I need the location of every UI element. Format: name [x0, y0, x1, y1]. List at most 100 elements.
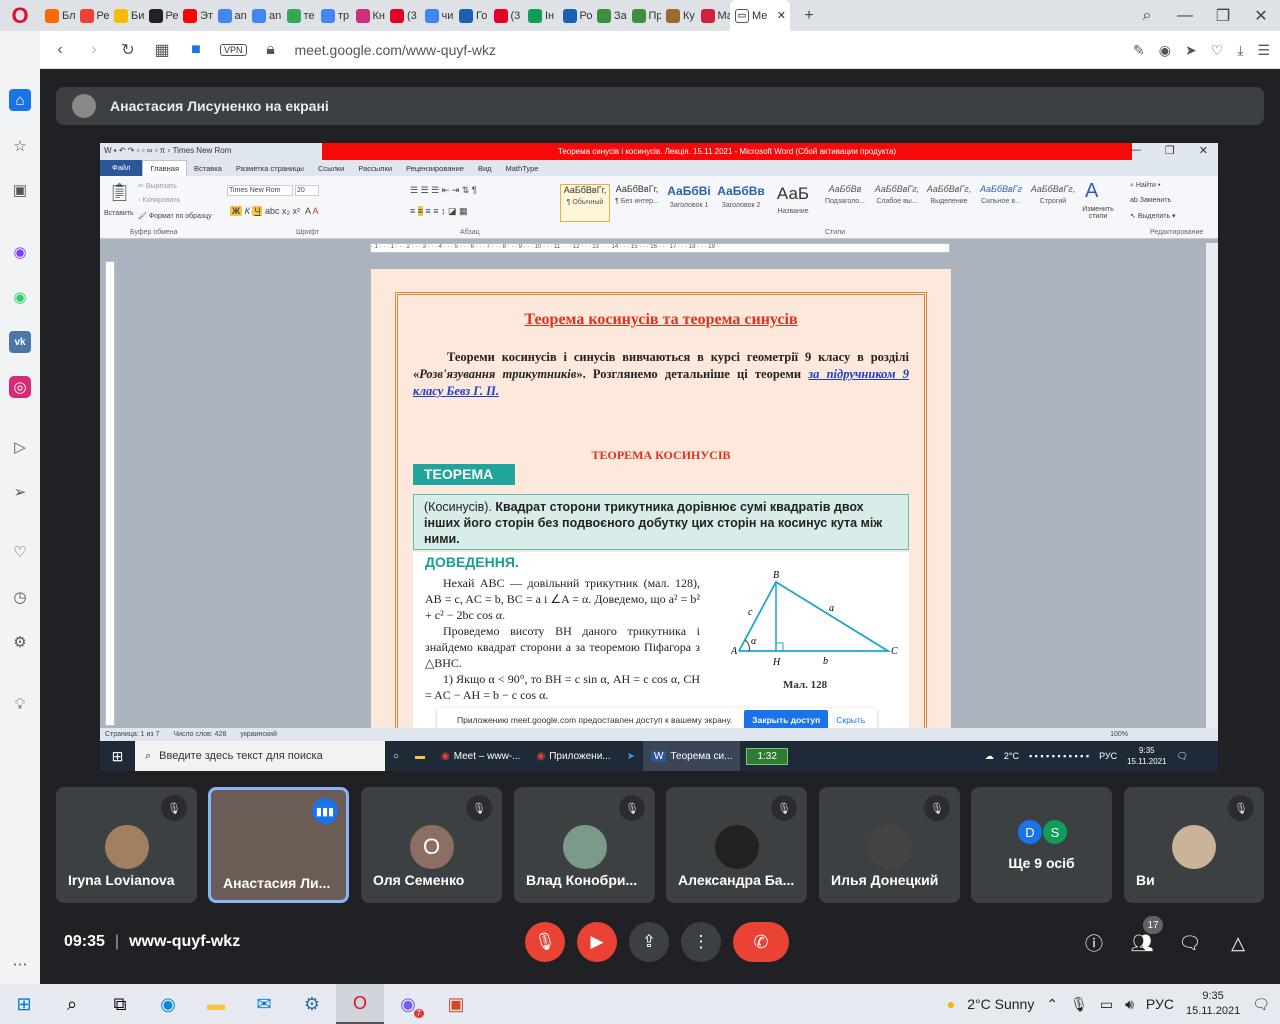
language-indicator[interactable]: РУС — [1146, 996, 1174, 1012]
participant-tile[interactable]: 🎙︎ Iryna Lovianova — [56, 787, 197, 903]
ribbon-tab[interactable]: Ссылки — [311, 164, 351, 173]
word-minimize-icon[interactable]: — — [1130, 144, 1141, 157]
select-button[interactable]: ↖ Выделить ▾ — [1130, 212, 1176, 220]
hide-notice-button[interactable]: Скрыть — [836, 715, 865, 725]
windows-start-icon[interactable]: ⊞ — [0, 984, 48, 1024]
style-preset[interactable]: АаБбВвГг, Выделение — [924, 184, 974, 222]
remote-clock[interactable]: 9:35 15.11.2021 — [1127, 745, 1166, 767]
file-explorer-icon[interactable]: ▬ — [192, 984, 240, 1024]
taskbar-app[interactable]: W Теорема си... — [643, 741, 741, 771]
chat-icon[interactable]: 🗨︎ — [1177, 930, 1203, 956]
opera-taskbar-icon[interactable]: O — [336, 984, 384, 1024]
download-icon[interactable]: ⤓ — [1237, 42, 1243, 59]
browser-tab[interactable]: За — [592, 0, 627, 31]
url-field[interactable]: meet.google.com/www-quyf-wkz — [295, 42, 497, 58]
zoom-level[interactable]: 100% — [1110, 731, 1128, 738]
style-preset[interactable]: АаБ Название — [768, 184, 818, 222]
more-icon[interactable]: ⋯ — [9, 953, 31, 975]
browser-tab[interactable]: Ку — [661, 0, 696, 31]
remote-weather[interactable]: 2°C — [1004, 751, 1019, 761]
minimize-button[interactable]: — — [1166, 0, 1204, 31]
participant-tile[interactable]: 🎙︎ Влад Конобри... — [514, 787, 655, 903]
vpn-badge[interactable]: VPN — [220, 43, 247, 56]
tray-icons[interactable]: ▪ ▪ ▪ ▪ ▪ ▪ ▪ ▪ ▪ ▪ ▪ — [1029, 751, 1089, 761]
style-preset[interactable]: АаБбВвГг, Строгий — [1028, 184, 1078, 222]
instagram-icon[interactable]: ◎ — [9, 376, 31, 398]
present-button[interactable]: ⇪ — [629, 922, 669, 962]
participant-tile[interactable]: 🎙︎ Александра Ба... — [666, 787, 807, 903]
find-button[interactable]: ⌕ Найти ▾ — [1130, 182, 1161, 190]
horizontal-ruler[interactable]: · 1 · · · 1 · · · 2 · · · 3 · · · 4 · · … — [370, 243, 950, 253]
notifications-icon[interactable]: 🗨︎ — [1177, 751, 1188, 762]
style-preset[interactable]: АаБбВі Заголовок 1 — [664, 184, 714, 222]
browser-tab[interactable]: Го — [454, 0, 489, 31]
word-close-icon[interactable]: ✕ — [1199, 144, 1208, 157]
edge-icon[interactable]: ◉ — [144, 984, 192, 1024]
ribbon-tab[interactable]: Разметка страницы — [229, 164, 311, 173]
powerpoint-icon[interactable]: ▣ — [432, 984, 480, 1024]
browser-tab[interactable]: (3 — [489, 0, 524, 31]
ribbon-tab[interactable]: Рецензирование — [399, 164, 471, 173]
stop-sharing-button[interactable]: Закрыть доступ — [744, 710, 829, 730]
whatsapp-icon[interactable]: ◉ — [9, 286, 31, 308]
font-name-select[interactable]: Times New Rom — [227, 185, 293, 196]
home-icon[interactable]: ⌂ — [9, 89, 31, 111]
format-painter-button[interactable]: 🖌︎ Формат по образцу — [138, 212, 212, 220]
close-window-button[interactable]: ✕ — [1242, 0, 1280, 31]
more-options-button[interactable]: ⋮ — [681, 922, 721, 962]
mic-icon[interactable]: 🎙︎ — [1070, 996, 1088, 1013]
quick-access-toolbar[interactable]: W ▪ ↶ ↷ ▫ ▫ ∞ ▫ π ▫ Times New Rom — [104, 146, 231, 155]
ribbon-tab[interactable]: Главная — [142, 160, 187, 176]
remote-search-box[interactable]: ⌕ Введите здесь текст для поиска — [135, 741, 385, 771]
mic-toggle-button[interactable]: 🎙︎ — [525, 922, 565, 962]
browser-tab[interactable]: Би — [109, 0, 144, 31]
browser-tab[interactable]: Ре — [144, 0, 178, 31]
change-styles-button[interactable]: Изменить стили — [1078, 206, 1118, 220]
style-preset[interactable]: АаБбВвГг Сильное в... — [976, 184, 1026, 222]
send-icon[interactable]: ➤ — [1185, 42, 1197, 59]
participant-tile[interactable]: О 🎙︎ Оля Семенко — [361, 787, 502, 903]
messenger-icon[interactable]: ◉ — [9, 241, 31, 263]
snapshot-icon[interactable]: ◉ — [1159, 42, 1171, 59]
history-icon[interactable]: ◷ — [9, 586, 31, 608]
list-buttons[interactable]: ☰ ☰ ☰ ⇤ ⇥ ⇅ ¶ — [410, 185, 477, 196]
explorer-icon[interactable]: ▬ — [407, 741, 433, 771]
ribbon-tab[interactable]: Вставка — [187, 164, 229, 173]
camera-icon[interactable]: ■ — [186, 41, 206, 59]
browser-tab[interactable]: Ма — [696, 0, 730, 31]
vk-icon[interactable]: vk — [9, 331, 31, 353]
browser-tab[interactable]: тр — [316, 0, 351, 31]
start-icon[interactable]: ⊞ — [100, 748, 135, 765]
close-tab-icon[interactable]: ✕ — [777, 9, 790, 22]
browser-tab[interactable]: те — [282, 0, 317, 31]
ribbon-tab[interactable]: Вид — [471, 164, 499, 173]
language-status[interactable]: украинский — [240, 731, 277, 738]
timer-widget[interactable]: 1:32 — [746, 747, 788, 765]
tab-active[interactable]: ▭ Ме ✕ — [730, 0, 790, 31]
info-icon[interactable]: ⓘ — [1081, 930, 1107, 956]
font-format-buttons[interactable]: Ж К Ч abc x₂ x² A A — [230, 206, 319, 216]
browser-tab[interactable]: Кн — [351, 0, 386, 31]
browser-tab[interactable]: (3 — [385, 0, 420, 31]
clock[interactable]: 9:35 15.11.2021 — [1186, 989, 1240, 1019]
cortana-icon[interactable]: ○ — [385, 741, 407, 771]
activities-icon[interactable]: △ — [1225, 930, 1251, 956]
style-preset[interactable]: АаБбВв Подзаголо... — [820, 184, 870, 222]
bookmarks-icon[interactable]: ☆ — [9, 135, 31, 157]
tray-chevron-icon[interactable]: ⌃ — [1046, 996, 1058, 1013]
paste-icon[interactable]: 📋︎ — [108, 182, 131, 203]
participant-tile-active[interactable]: ▮▮▮ Анастасия Ли... — [208, 787, 349, 903]
weather-widget[interactable]: 2°C Sunny — [967, 996, 1034, 1012]
search-icon[interactable]: ⌕ — [48, 984, 96, 1024]
self-tile[interactable]: 🎙︎ Ви — [1124, 787, 1264, 903]
browser-tab[interactable]: Эт — [178, 0, 213, 31]
style-preset[interactable]: АаБбВв Заголовок 2 — [716, 184, 766, 222]
app-gear-icon[interactable]: ⚙ — [288, 984, 336, 1024]
replace-button[interactable]: ab Заменить — [1130, 197, 1171, 204]
browser-tab[interactable]: an — [213, 0, 248, 31]
cut-button[interactable]: ✂ Вырезать — [138, 182, 177, 190]
player-icon[interactable]: ▷ — [9, 436, 31, 458]
browser-tab[interactable]: чи — [420, 0, 455, 31]
font-size-select[interactable]: 20 — [295, 185, 319, 196]
page-count[interactable]: Страница: 1 из 7 — [105, 731, 159, 738]
